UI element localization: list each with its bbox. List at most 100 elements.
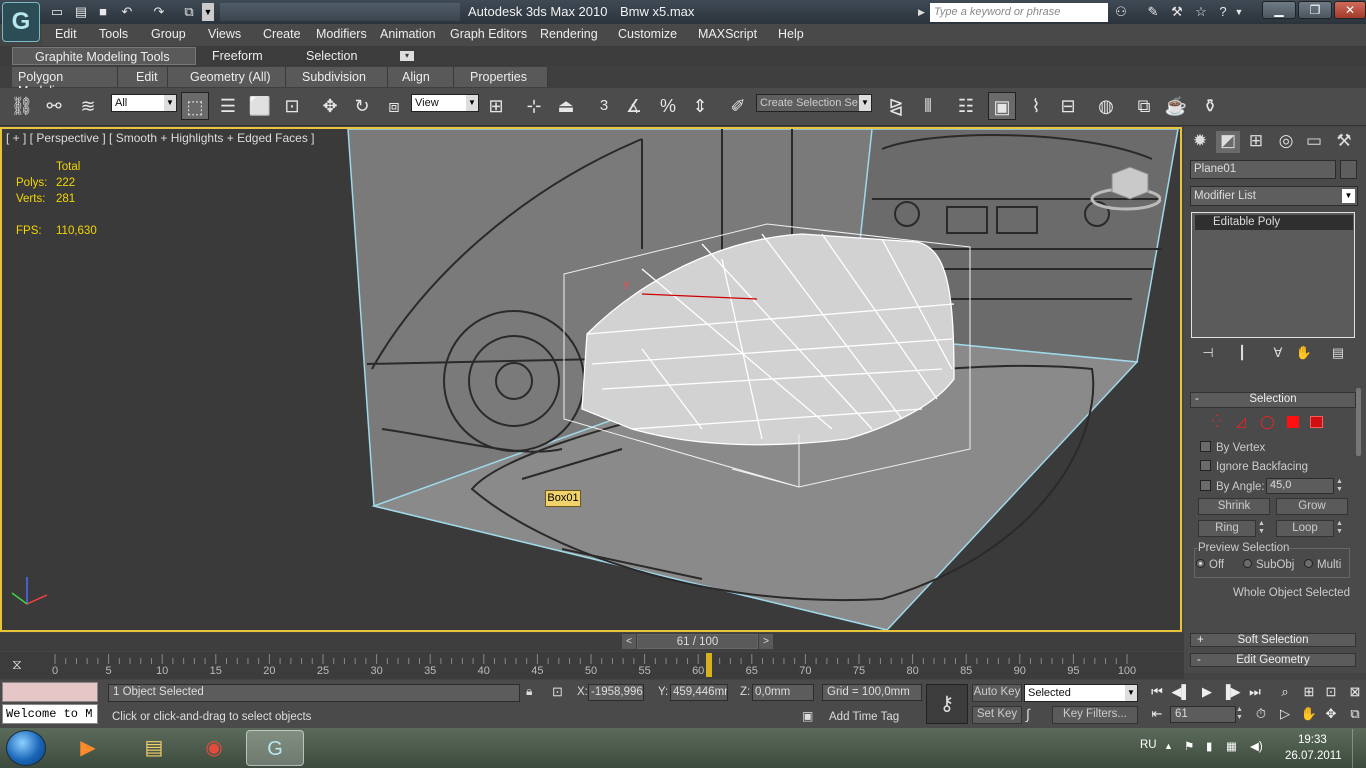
menu-views[interactable]: Views bbox=[208, 27, 241, 41]
menu-rendering[interactable]: Rendering bbox=[540, 27, 598, 41]
frame-spinner-icon[interactable]: ▲ ▼ bbox=[1236, 706, 1246, 723]
object-color-swatch[interactable] bbox=[1340, 160, 1357, 179]
edit-named-selection-icon[interactable]: ✐ bbox=[724, 92, 752, 120]
select-object-icon[interactable]: ⬚ bbox=[181, 92, 209, 120]
named-selection-sets-dropdown[interactable]: Create Selection Se ▼ bbox=[756, 94, 872, 112]
clock-time[interactable]: 19:33 bbox=[1298, 734, 1327, 746]
menu-maxscript[interactable]: MAXScript bbox=[698, 27, 757, 41]
border-mode-icon[interactable]: ◯ bbox=[1260, 414, 1276, 430]
edge-mode-icon[interactable]: ◿ bbox=[1236, 414, 1254, 430]
hierarchy-tab-icon[interactable]: ⊞ bbox=[1244, 131, 1268, 153]
maximize-button[interactable]: ❐ bbox=[1298, 1, 1332, 19]
display-tab-icon[interactable]: ▭ bbox=[1302, 131, 1326, 153]
select-and-scale-icon[interactable]: ⧈ bbox=[380, 92, 408, 120]
maxscript-listener-mini[interactable] bbox=[2, 682, 98, 702]
layer-manager-icon[interactable]: ☷ bbox=[952, 92, 980, 120]
start-button[interactable] bbox=[6, 730, 46, 766]
auto-key-button[interactable]: Auto Key bbox=[972, 684, 1022, 702]
preview-subobj-radio[interactable]: SubObj bbox=[1243, 559, 1294, 571]
selection-lock-icon[interactable]: 🔒︎ bbox=[526, 684, 542, 701]
curve-editor-icon[interactable]: ⌇ bbox=[1022, 92, 1050, 120]
panel-subdivision[interactable]: Subdivision bbox=[286, 67, 388, 87]
time-tag-icon[interactable]: ▣ bbox=[802, 709, 818, 726]
stack-item-editable-poly[interactable]: Editable Poly bbox=[1195, 215, 1353, 230]
project-folder-icon[interactable]: ⧉ bbox=[180, 3, 198, 21]
grow-button[interactable]: Grow bbox=[1276, 498, 1348, 515]
loop-button[interactable]: Loop bbox=[1276, 520, 1334, 537]
by-vertex-checkbox[interactable]: By Vertex bbox=[1200, 441, 1265, 454]
add-time-tag-button[interactable]: Add Time Tag bbox=[829, 711, 899, 723]
key-mode-dropdown[interactable]: Selected ▼ bbox=[1024, 684, 1138, 702]
selection-rollout-header[interactable]: - Selection bbox=[1190, 392, 1356, 408]
motion-tab-icon[interactable]: ◎ bbox=[1274, 131, 1298, 153]
ring-spinner-icon[interactable]: ▲ ▼ bbox=[1258, 520, 1270, 537]
application-button[interactable]: G bbox=[2, 2, 40, 42]
show-end-result-icon[interactable]: ┃ bbox=[1230, 345, 1254, 367]
viewport-scene[interactable]: y bbox=[2, 129, 1180, 630]
panel-edit[interactable]: Edit bbox=[118, 67, 168, 87]
time-slider-track[interactable] bbox=[0, 633, 1184, 651]
media-player-icon[interactable]: ▶ bbox=[62, 730, 114, 766]
rendered-frame-window-icon[interactable]: ☕ bbox=[1162, 92, 1190, 120]
viewport-label-menu[interactable]: [ + ] [ Perspective ] [ Smooth + Highlig… bbox=[6, 131, 315, 145]
chrome-icon[interactable]: ◉ bbox=[188, 730, 240, 766]
pin-stack-icon[interactable]: ⊣ bbox=[1196, 345, 1220, 367]
menu-modifiers[interactable]: Modifiers bbox=[316, 27, 367, 41]
modifier-list-dropdown[interactable]: Modifier List ▼ bbox=[1190, 186, 1358, 206]
snaps-toggle-icon[interactable]: 3 bbox=[590, 92, 618, 120]
panel-polygon-modeling[interactable]: Polygon Modeling bbox=[12, 67, 118, 98]
modify-tab-icon[interactable]: ◩ bbox=[1216, 131, 1240, 153]
pan-view-icon[interactable]: ✋ bbox=[1298, 706, 1320, 724]
help-dropdown-icon[interactable]: ▼ bbox=[1234, 3, 1244, 21]
device-icon[interactable]: ▮ bbox=[1206, 739, 1212, 753]
search-expand-icon[interactable]: ▶ bbox=[918, 3, 928, 22]
mirror-icon[interactable]: ⧎ bbox=[882, 92, 910, 120]
command-panel-scrollbar[interactable] bbox=[1356, 388, 1361, 456]
edit-geometry-rollout-header[interactable]: - Edit Geometry bbox=[1190, 653, 1356, 667]
next-key-icon[interactable]: ▐▶ bbox=[1220, 684, 1242, 702]
previous-key-icon[interactable]: ◀▌ bbox=[1170, 684, 1192, 702]
explorer-folder-icon[interactable]: ▤ bbox=[128, 730, 180, 766]
close-button[interactable]: ✕ bbox=[1334, 1, 1366, 19]
render-setup-icon[interactable]: ⧉ bbox=[1130, 92, 1158, 120]
rectangular-selection-icon[interactable]: ⬜ bbox=[246, 92, 274, 120]
loop-spinner-icon[interactable]: ▲ ▼ bbox=[1336, 520, 1348, 537]
tray-expand-icon[interactable]: ▲ bbox=[1164, 741, 1173, 751]
default-tangent-icon[interactable]: ∫ bbox=[1026, 706, 1048, 724]
bind-space-warp-icon[interactable]: ≋ bbox=[74, 92, 102, 120]
angle-spinner-arrows-icon[interactable]: ▲ ▼ bbox=[1336, 478, 1345, 494]
language-indicator[interactable]: RU bbox=[1140, 739, 1157, 751]
material-editor-icon[interactable]: ◍ bbox=[1092, 92, 1120, 120]
utilities-tab-icon[interactable]: ⚒ bbox=[1332, 131, 1356, 153]
panel-align[interactable]: Align bbox=[388, 67, 454, 87]
transform-mode-icon[interactable]: ⊡ bbox=[552, 684, 568, 701]
key-filters-button[interactable]: Key Filters... bbox=[1052, 706, 1138, 724]
menu-group[interactable]: Group bbox=[151, 27, 186, 41]
soft-selection-rollout-header[interactable]: + Soft Selection bbox=[1190, 633, 1356, 647]
menu-graph-editors[interactable]: Graph Editors bbox=[450, 27, 527, 41]
select-and-move-icon[interactable]: ✥ bbox=[316, 92, 344, 120]
maximize-viewport-icon[interactable]: ⧉ bbox=[1344, 706, 1366, 724]
ignore-backfacing-checkbox[interactable]: Ignore Backfacing bbox=[1200, 460, 1308, 473]
satellite-icon[interactable]: ⚒ bbox=[1168, 3, 1186, 21]
schematic-view-icon[interactable]: ⊟ bbox=[1054, 92, 1082, 120]
search-input[interactable]: Type a keyword or phrase bbox=[930, 3, 1108, 22]
by-angle-checkbox[interactable]: By Angle: bbox=[1200, 480, 1265, 493]
select-and-rotate-icon[interactable]: ↻ bbox=[348, 92, 376, 120]
current-frame-field[interactable]: 61 bbox=[1170, 706, 1236, 723]
menu-edit[interactable]: Edit bbox=[55, 27, 77, 41]
render-production-icon[interactable]: ⚱ bbox=[1196, 92, 1224, 120]
3dsmax-taskbar-icon[interactable]: G bbox=[246, 730, 304, 766]
configure-modifier-sets-icon[interactable]: ▤ bbox=[1326, 345, 1350, 367]
align-icon[interactable]: ⫴ bbox=[914, 92, 942, 120]
preview-off-radio[interactable]: Off bbox=[1196, 559, 1224, 571]
shrink-button[interactable]: Shrink bbox=[1198, 498, 1270, 515]
zoom-extents-all-icon[interactable]: ⊠ bbox=[1344, 684, 1366, 702]
ribbon-options-icon[interactable]: ▾ bbox=[400, 51, 414, 61]
new-file-icon[interactable]: ▭ bbox=[48, 3, 66, 21]
percent-snap-icon[interactable]: % bbox=[654, 92, 682, 120]
x-coordinate-field[interactable]: -1958,996r bbox=[588, 684, 644, 701]
pivot-center-icon[interactable]: ⊞ bbox=[482, 92, 510, 120]
undo-icon[interactable]: ↶ bbox=[118, 3, 136, 21]
tab-selection[interactable]: Selection bbox=[298, 47, 365, 65]
